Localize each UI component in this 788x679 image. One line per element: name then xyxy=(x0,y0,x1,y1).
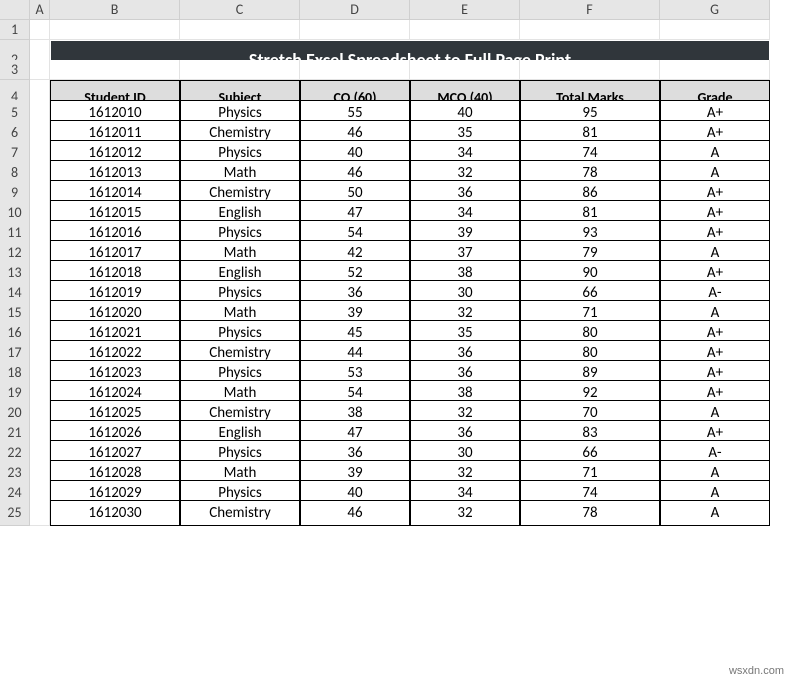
table-cell[interactable]: 78 xyxy=(520,500,660,526)
empty-cell[interactable] xyxy=(660,20,770,40)
table-cell[interactable]: 46 xyxy=(300,500,410,526)
column-header-G[interactable]: G xyxy=(660,0,770,20)
empty-cell[interactable] xyxy=(520,60,660,80)
watermark-text: wsxdn.com xyxy=(729,665,784,677)
column-header-A[interactable]: A xyxy=(30,0,50,20)
empty-cell[interactable] xyxy=(660,60,770,80)
column-header-F[interactable]: F xyxy=(520,0,660,20)
empty-cell[interactable] xyxy=(50,60,180,80)
column-header-E[interactable]: E xyxy=(410,0,520,20)
empty-cell[interactable] xyxy=(180,20,300,40)
column-header-B[interactable]: B xyxy=(50,0,180,20)
select-all-corner[interactable] xyxy=(0,0,30,20)
empty-cell[interactable] xyxy=(30,500,50,526)
column-header-D[interactable]: D xyxy=(300,0,410,20)
row-header-1[interactable]: 1 xyxy=(0,20,30,40)
empty-cell[interactable] xyxy=(30,60,50,80)
spreadsheet-grid[interactable]: ABCDEFG12Stretch Excel Spreadsheet to Fu… xyxy=(0,0,788,520)
empty-cell[interactable] xyxy=(410,20,520,40)
table-cell[interactable]: 32 xyxy=(410,500,520,526)
empty-cell[interactable] xyxy=(410,60,520,80)
table-cell[interactable]: Chemistry xyxy=(180,500,300,526)
empty-cell[interactable] xyxy=(300,60,410,80)
empty-cell[interactable] xyxy=(300,20,410,40)
row-header-25[interactable]: 25 xyxy=(0,500,30,526)
row-header-3[interactable]: 3 xyxy=(0,60,30,80)
table-cell[interactable]: A xyxy=(660,500,770,526)
empty-cell[interactable] xyxy=(180,60,300,80)
empty-cell[interactable] xyxy=(30,20,50,40)
column-header-C[interactable]: C xyxy=(180,0,300,20)
empty-cell[interactable] xyxy=(520,20,660,40)
table-cell[interactable]: 1612030 xyxy=(50,500,180,526)
empty-cell[interactable] xyxy=(50,20,180,40)
